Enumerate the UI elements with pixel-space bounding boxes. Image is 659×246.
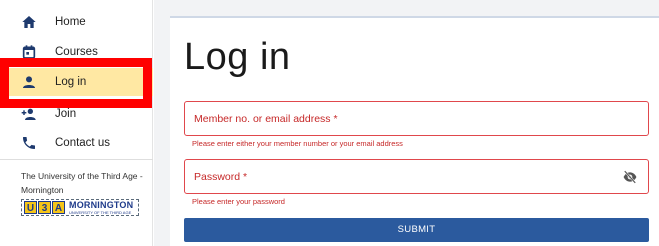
u3a-letter: A (52, 201, 65, 214)
password-field[interactable]: Password * (184, 159, 649, 194)
u3a-letters: U 3 A (24, 201, 66, 214)
u3a-logo-text: MORNINGTON (69, 199, 134, 210)
sidebar-item-home[interactable]: Home (0, 8, 153, 36)
submit-button[interactable]: SUBMIT (184, 218, 649, 242)
sidebar-item-label: Log in (55, 76, 87, 88)
person-add-icon (21, 108, 36, 120)
sidebar-item-join[interactable]: Join (0, 100, 153, 128)
sidebar-item-contact[interactable]: Contact us (0, 129, 153, 157)
password-field-placeholder: Password * (194, 171, 248, 183)
sidebar-item-label: Home (55, 16, 86, 28)
sidebar-item-login[interactable]: Log in (0, 68, 153, 96)
phone-icon (23, 137, 35, 149)
home-icon (22, 16, 36, 28)
u3a-letter: 3 (38, 201, 51, 214)
member-field-error: Please enter either your member number o… (192, 139, 403, 148)
calendar-icon (22, 45, 36, 59)
u3a-letter: U (24, 201, 37, 214)
u3a-logo-subtext: UNIVERSITY OF THE THIRD AGE (69, 209, 132, 215)
sidebar-divider (0, 159, 153, 160)
sidebar: Home Courses Log in Join Contact us The … (0, 0, 153, 246)
page-title: Log in (184, 36, 291, 78)
sidebar-item-label: Courses (55, 46, 98, 58)
member-field[interactable]: Member no. or email address * (184, 101, 649, 136)
sidebar-item-label: Contact us (55, 137, 110, 149)
sidebar-item-label: Join (55, 108, 77, 120)
person-icon (23, 76, 35, 88)
sidebar-item-courses[interactable]: Courses (0, 38, 153, 66)
password-field-error: Please enter your password (192, 197, 285, 206)
u3a-logo[interactable]: U 3 A MORNINGTON UNIVERSITY OF THE THIRD… (21, 199, 139, 216)
member-field-placeholder: Member no. or email address * (194, 113, 338, 125)
visibility-off-icon[interactable] (622, 170, 638, 184)
org-name: The University of the Third Age - Mornin… (21, 171, 143, 195)
